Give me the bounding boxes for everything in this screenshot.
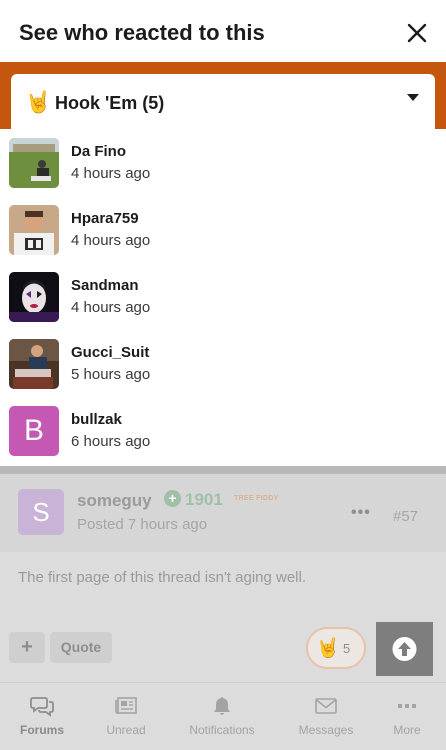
modal-title: See who reacted to this — [19, 20, 265, 45]
modal-header: See who reacted to this — [0, 0, 446, 66]
tab-label: Unread — [106, 723, 146, 737]
forums-icon — [30, 697, 54, 717]
hook-em-icon: 🤘 — [25, 91, 52, 114]
newspaper-icon — [115, 697, 137, 714]
close-icon — [407, 23, 427, 43]
close-button[interactable] — [406, 22, 428, 44]
post-number[interactable]: #57 — [393, 508, 418, 525]
tab-label: Messages — [298, 723, 354, 737]
scroll-to-top-button[interactable] — [376, 622, 433, 676]
reactor-time: 4 hours ago — [71, 165, 151, 182]
avatar[interactable]: B — [9, 406, 59, 456]
tab-label: Notifications — [189, 723, 255, 737]
tab-label: Forums — [19, 723, 64, 737]
reactor-name[interactable]: bullzak — [71, 411, 122, 428]
avatar[interactable] — [9, 272, 59, 322]
reactor-item[interactable]: Sandman 4 hours ago — [0, 272, 446, 332]
reaction-count: 5 — [343, 641, 351, 656]
reactor-item[interactable]: Gucci_Suit 5 hours ago — [0, 339, 446, 399]
reactor-name[interactable]: Gucci_Suit — [71, 344, 149, 361]
tab-forums[interactable]: Forums — [0, 683, 84, 750]
quote-button[interactable]: Quote — [50, 632, 112, 663]
bottom-tab-bar: Forums Unread Notifications Messages Mor… — [0, 682, 446, 750]
reactions-modal: See who reacted to this 🤘 Hook 'Em (5) D… — [0, 0, 446, 466]
reactor-name[interactable]: Sandman — [71, 277, 139, 294]
tab-label: More — [393, 723, 421, 737]
envelope-icon — [315, 698, 337, 714]
tab-messages[interactable]: Messages — [284, 683, 368, 750]
reactor-time: 5 hours ago — [71, 366, 151, 383]
tab-unread[interactable]: Unread — [84, 683, 168, 750]
bell-icon — [214, 697, 230, 715]
post-username[interactable]: someguy — [77, 491, 152, 511]
user-score: 1901 — [185, 490, 223, 509]
arrow-up-icon — [392, 637, 417, 661]
tab-notifications[interactable]: Notifications — [168, 683, 276, 750]
reactor-item[interactable]: Da Fino 4 hours ago — [0, 138, 446, 198]
avatar[interactable] — [9, 138, 59, 188]
reactor-time: 6 hours ago — [71, 433, 151, 450]
post-timestamp[interactable]: Posted 7 hours ago — [77, 516, 207, 533]
reaction-summary-button[interactable]: 🤘 5 — [306, 627, 366, 669]
avatar[interactable]: S — [18, 489, 64, 535]
reactor-name[interactable]: Hpara759 — [71, 210, 139, 227]
tab-more[interactable]: More — [368, 683, 446, 750]
reaction-filter-label: Hook 'Em (5) — [55, 93, 165, 113]
plus-circle-icon: + — [164, 490, 181, 507]
reactor-name[interactable]: Da Fino — [71, 143, 126, 160]
reactor-item[interactable]: Hpara759 4 hours ago — [0, 205, 446, 265]
divider — [0, 466, 446, 474]
more-icon — [398, 704, 416, 708]
more-options-icon[interactable]: ••• — [351, 504, 371, 522]
reaction-filter-dropdown[interactable]: 🤘 Hook 'Em (5) — [11, 74, 435, 132]
user-flair: TREE FIDDY — [234, 495, 279, 502]
reactor-time: 4 hours ago — [71, 232, 151, 249]
post-body: The first page of this thread isn't agin… — [18, 569, 307, 586]
reactor-item[interactable]: B bullzak 6 hours ago — [0, 406, 446, 466]
caret-down-icon — [407, 94, 419, 101]
avatar[interactable] — [9, 205, 59, 255]
hook-em-icon: 🤘 — [316, 638, 340, 659]
avatar[interactable] — [9, 339, 59, 389]
post-header: S someguy + 1901 TREE FIDDY Posted 7 hou… — [0, 474, 446, 552]
multi-quote-button[interactable]: + — [9, 632, 45, 663]
reactor-time: 4 hours ago — [71, 299, 151, 316]
